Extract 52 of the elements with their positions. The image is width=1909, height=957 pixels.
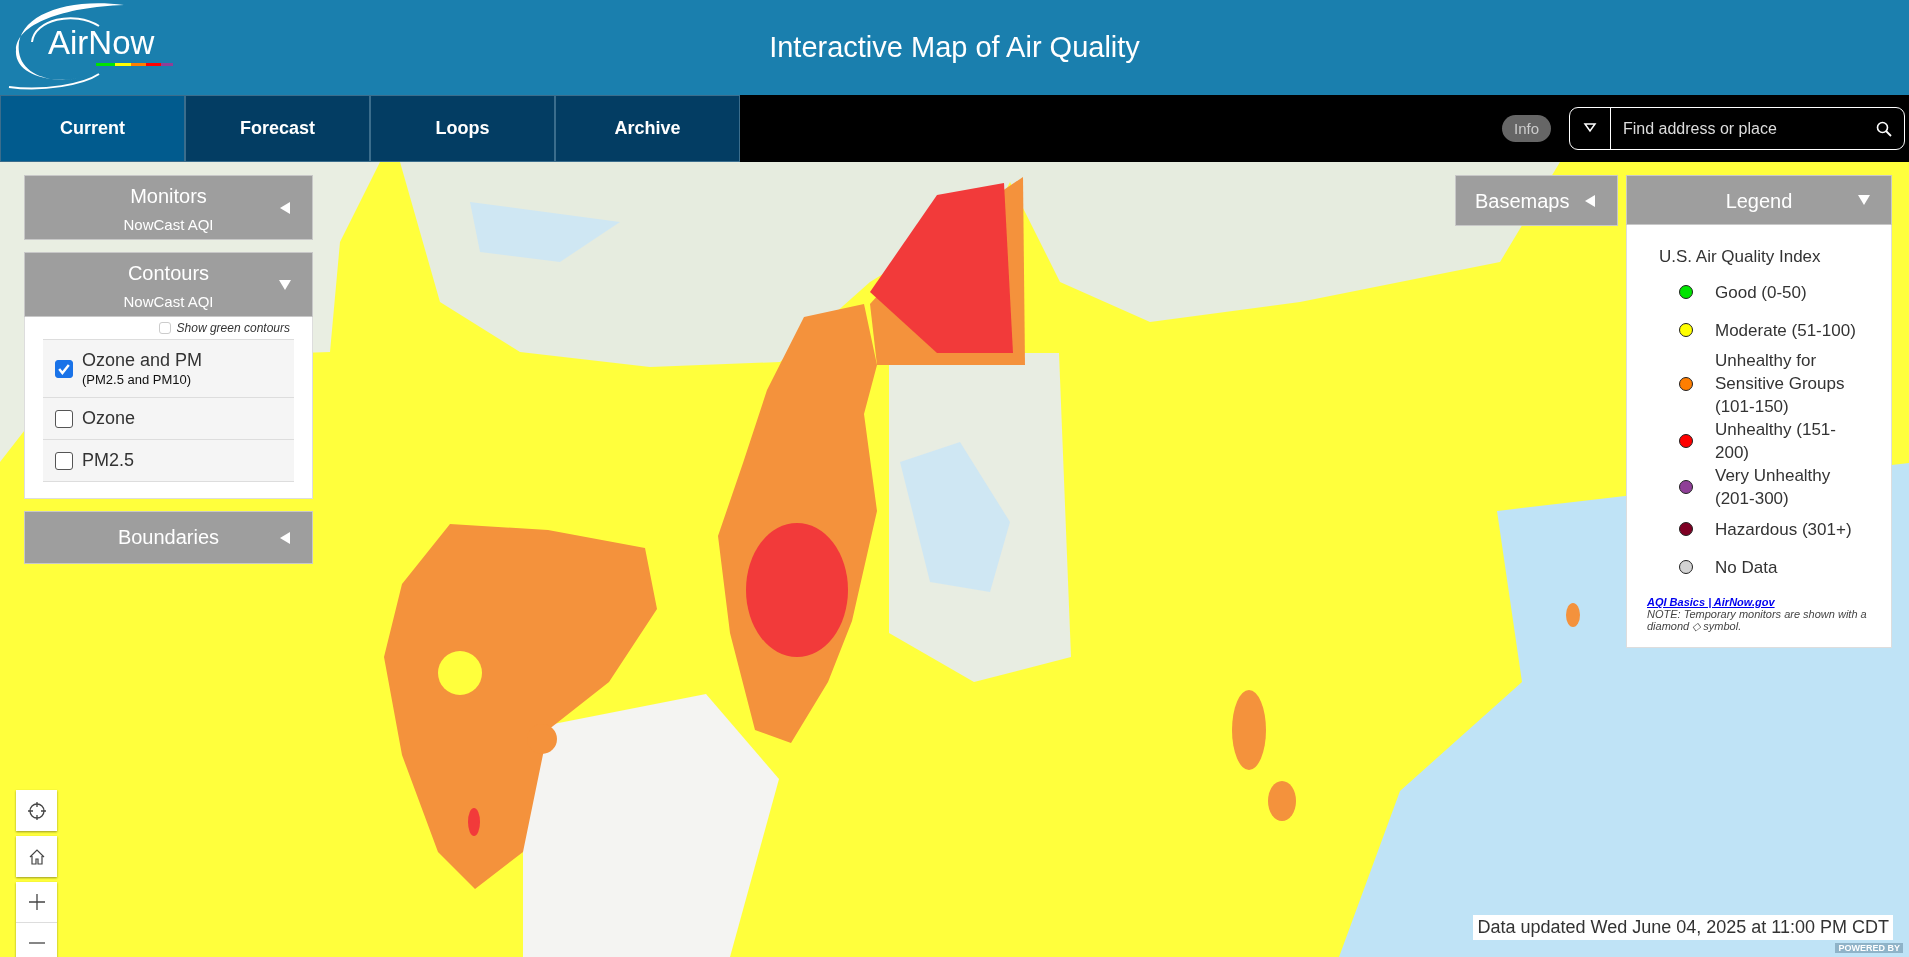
panel-subtitle: NowCast AQI: [123, 216, 214, 233]
page-title: Interactive Map of Air Quality: [769, 31, 1140, 64]
collapse-arrow-icon[interactable]: [278, 277, 292, 292]
search-bar[interactable]: Find address or place: [1569, 107, 1905, 150]
home-icon: [27, 847, 46, 866]
legend-label: Unhealthy for Sensitive Groups (101-150): [1715, 350, 1846, 418]
expand-arrow-icon[interactable]: [1583, 193, 1597, 208]
expand-arrow-icon[interactable]: [278, 200, 292, 215]
checkbox[interactable]: [55, 359, 73, 378]
option-label[interactable]: Ozone: [82, 408, 136, 429]
legend-note: NOTE: Temporary monitors are shown with a diamond ◇ symbol.: [1647, 608, 1868, 633]
nav-tab[interactable]: Archive: [555, 95, 740, 162]
checkbox[interactable]: [55, 451, 73, 470]
collapse-arrow-icon[interactable]: [1857, 193, 1871, 207]
panel-subtitle: NowCast AQI: [123, 293, 214, 310]
moderate-aqi-area: [438, 651, 482, 695]
home-button[interactable]: [16, 836, 57, 877]
expand-arrow-icon[interactable]: [278, 530, 292, 545]
nav-tab[interactable]: Current: [0, 95, 185, 162]
checkbox[interactable]: [55, 409, 73, 428]
minus-icon: [28, 942, 45, 944]
aqi-basics-link[interactable]: AQI Basics | AirNow.gov: [1647, 596, 1775, 608]
option-label[interactable]: Ozone and PM: [82, 350, 203, 371]
search-icon[interactable]: [1876, 120, 1892, 137]
option-label[interactable]: PM2.5: [82, 450, 135, 471]
plus-icon: [28, 894, 45, 910]
legend-label: Very Unhealthy (201-300): [1715, 465, 1832, 510]
option-sublabel: (PM2.5 and PM10): [82, 372, 193, 387]
locate-button[interactable]: [16, 790, 57, 831]
logo-text[interactable]: AirNow: [48, 24, 155, 62]
crosshair-icon: [27, 801, 46, 820]
legend-heading: U.S. Air Quality Index: [1659, 247, 1822, 267]
legend-label: Unhealthy (151-200): [1715, 419, 1837, 464]
legend-label: No Data: [1715, 556, 1778, 579]
zoom-in-button[interactable]: [16, 882, 57, 923]
search-input[interactable]: Find address or place: [1611, 118, 1864, 139]
legend-label: Good (0-50): [1715, 281, 1807, 304]
zoom-out-button[interactable]: [16, 923, 57, 957]
attribution-text: POWERED BY: [1835, 943, 1903, 953]
panel-title: Contours: [127, 262, 210, 285]
legend-label: Moderate (51-100): [1715, 319, 1856, 342]
panel-title: Monitors: [130, 185, 207, 208]
panel-title: Boundaries: [117, 526, 220, 549]
info-button[interactable]: Info: [1501, 115, 1551, 142]
sensitive-groups-aqi-area: [1566, 603, 1580, 627]
checkbox-label[interactable]: Show green contours: [176, 321, 290, 335]
sensitive-groups-aqi-area: [1268, 781, 1296, 821]
legend-label: Hazardous (301+): [1715, 518, 1852, 541]
unhealthy-aqi-area: [468, 808, 480, 836]
data-updated-text: Data updated Wed June 04, 2025 at 11:00 PM CDT: [1473, 915, 1893, 940]
nav-tab[interactable]: Forecast: [185, 95, 370, 162]
nav-tab[interactable]: Loops: [370, 95, 555, 162]
